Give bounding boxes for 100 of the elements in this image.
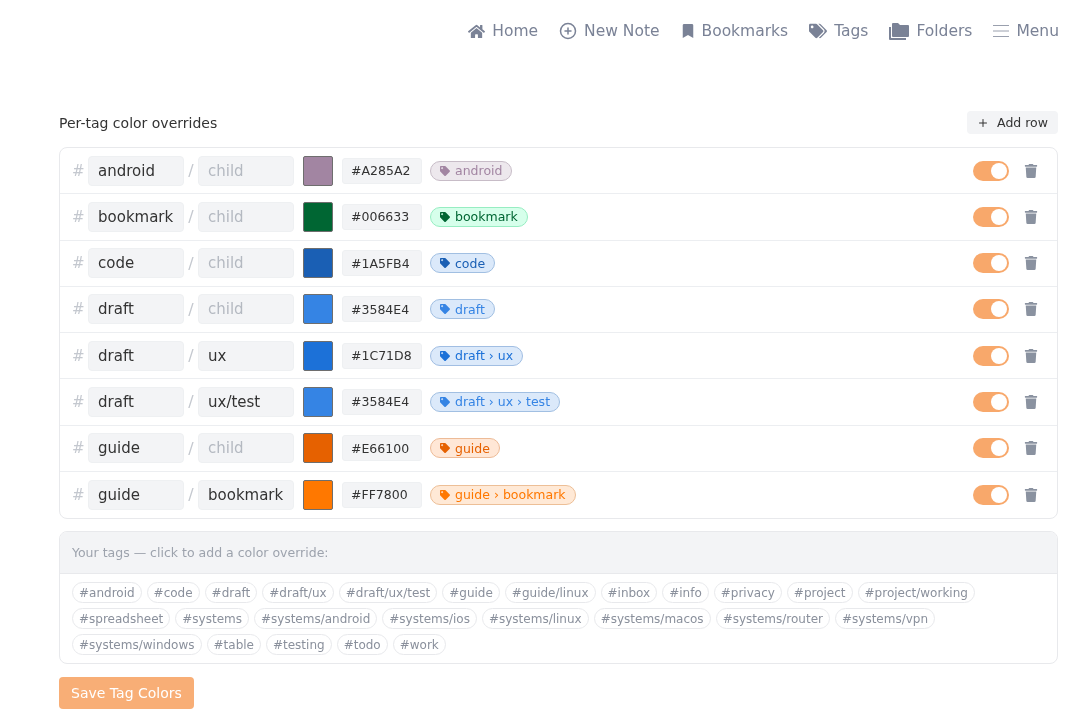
tag-chip[interactable]: #info: [662, 582, 709, 603]
parent-tag-field[interactable]: guide: [88, 479, 184, 510]
trash-icon[interactable]: [1024, 209, 1038, 224]
color-swatch[interactable]: [303, 433, 333, 464]
nav-link[interactable]: Home: [468, 22, 539, 40]
color-swatch[interactable]: [303, 248, 333, 279]
nav-link[interactable]: Folders: [889, 22, 973, 40]
tag-chip[interactable]: #systems/vpn: [835, 608, 936, 629]
nav-link[interactable]: Menu: [993, 22, 1059, 40]
trash-icon[interactable]: [1024, 163, 1038, 178]
toggle-switch[interactable]: [973, 206, 1009, 227]
tag-icon: [440, 489, 450, 500]
tag-chip[interactable]: #table: [206, 634, 261, 655]
parent-tag-field[interactable]: draft: [88, 340, 184, 371]
tag-chip[interactable]: #systems/ios: [382, 608, 477, 629]
child-tag-field[interactable]: ux/test: [198, 386, 294, 417]
child-tag-field[interactable]: ux: [198, 340, 294, 371]
tag-chip[interactable]: #systems/windows: [72, 634, 202, 655]
trash-icon[interactable]: [1024, 348, 1038, 363]
tag-chip[interactable]: #code: [146, 582, 200, 603]
parent-tag-field[interactable]: code: [88, 248, 184, 279]
tag-chip[interactable]: #systems: [175, 608, 249, 629]
toggle-switch[interactable]: [973, 160, 1009, 181]
tag-preview-pill: draft: [430, 299, 495, 320]
parent-tag-field[interactable]: draft: [88, 386, 184, 417]
tag-chip[interactable]: #systems/macos: [593, 608, 711, 629]
color-swatch[interactable]: [303, 340, 333, 371]
parent-tag-field[interactable]: bookmark: [88, 201, 184, 232]
child-tag-field[interactable]: child: [198, 294, 294, 325]
path-separator: /: [187, 299, 195, 319]
tag-chip[interactable]: #draft/ux: [262, 582, 334, 603]
nav-link[interactable]: Tags: [809, 22, 869, 40]
tag-icon: [440, 211, 450, 222]
tag-chip[interactable]: #systems/android: [254, 608, 378, 629]
tag-chip[interactable]: #systems/linux: [481, 608, 589, 629]
tag-icon: [440, 304, 450, 315]
color-swatch[interactable]: [303, 386, 333, 417]
tag-preview-pill: android: [430, 160, 513, 181]
tag-chip[interactable]: #draft: [204, 582, 258, 603]
hex-field[interactable]: #3584E4: [342, 296, 422, 323]
tag-preview-pill: draft › ux: [430, 345, 524, 366]
hex-field[interactable]: #1C71D8: [342, 342, 422, 369]
tag-chip[interactable]: #testing: [265, 634, 332, 655]
tag-chip[interactable]: #guide: [442, 582, 500, 603]
trash-icon[interactable]: [1024, 394, 1038, 409]
tag-icon: [440, 443, 450, 454]
hex-field[interactable]: #FF7800: [342, 481, 422, 508]
parent-tag-field[interactable]: guide: [88, 433, 184, 464]
child-tag-field[interactable]: child: [198, 155, 294, 186]
tag-picker-hint: Your tags — click to add a color override:: [72, 545, 329, 560]
tag-chip[interactable]: #todo: [336, 634, 388, 655]
tag-chip[interactable]: #draft/ux/test: [338, 582, 438, 603]
tag-chip[interactable]: #inbox: [600, 582, 658, 603]
tag-icon: [440, 165, 450, 176]
color-swatch[interactable]: [303, 155, 333, 186]
toggle-switch[interactable]: [973, 253, 1009, 274]
tag-chip[interactable]: #project/working: [857, 582, 975, 603]
child-tag-field[interactable]: child: [198, 201, 294, 232]
toggle-switch[interactable]: [973, 299, 1009, 320]
trash-icon[interactable]: [1024, 302, 1038, 317]
tag-icon: [440, 350, 450, 361]
child-tag-field[interactable]: child: [198, 433, 294, 464]
tag-chip[interactable]: #work: [392, 634, 446, 655]
tag-preview-pill: draft › ux › test: [430, 391, 561, 412]
child-tag-field[interactable]: bookmark: [198, 479, 294, 510]
tag-chip[interactable]: #privacy: [713, 582, 782, 603]
tags-icon: [809, 22, 828, 40]
tag-chip[interactable]: #systems/router: [715, 608, 830, 629]
hash-prefix: #: [72, 439, 86, 458]
hex-field[interactable]: #A285A2: [342, 157, 422, 184]
hex-field[interactable]: #E66100: [342, 435, 422, 462]
toggle-switch[interactable]: [973, 438, 1009, 459]
save-button[interactable]: Save Tag Colors: [59, 677, 194, 709]
parent-tag-field[interactable]: draft: [88, 294, 184, 325]
parent-tag-field[interactable]: android: [88, 155, 184, 186]
color-swatch[interactable]: [303, 479, 333, 510]
trash-icon[interactable]: [1024, 441, 1038, 456]
plus-circle-icon: [559, 22, 578, 40]
toggle-switch[interactable]: [973, 484, 1009, 505]
trash-icon[interactable]: [1024, 487, 1038, 502]
tag-chip[interactable]: #android: [72, 582, 142, 603]
folders-icon: [889, 22, 910, 40]
nav-link[interactable]: New Note: [559, 22, 660, 40]
tag-chip[interactable]: #spreadsheet: [72, 608, 171, 629]
hex-field[interactable]: #1A5FB4: [342, 250, 422, 277]
color-swatch[interactable]: [303, 294, 333, 325]
tag-chip[interactable]: #guide/linux: [504, 582, 596, 603]
trash-icon[interactable]: [1024, 256, 1038, 271]
child-tag-field[interactable]: child: [198, 248, 294, 279]
hash-prefix: #: [72, 485, 86, 504]
toggle-switch[interactable]: [973, 391, 1009, 412]
tag-icon: [440, 258, 450, 269]
menu-icon: [993, 25, 1010, 37]
color-swatch[interactable]: [303, 201, 333, 232]
add-row-button[interactable]: Add row: [967, 111, 1058, 134]
hex-field[interactable]: #3584E4: [342, 388, 422, 415]
nav-link[interactable]: Bookmarks: [680, 22, 789, 40]
toggle-switch[interactable]: [973, 345, 1009, 366]
hex-field[interactable]: #006633: [342, 203, 422, 230]
tag-chip[interactable]: #project: [786, 582, 853, 603]
